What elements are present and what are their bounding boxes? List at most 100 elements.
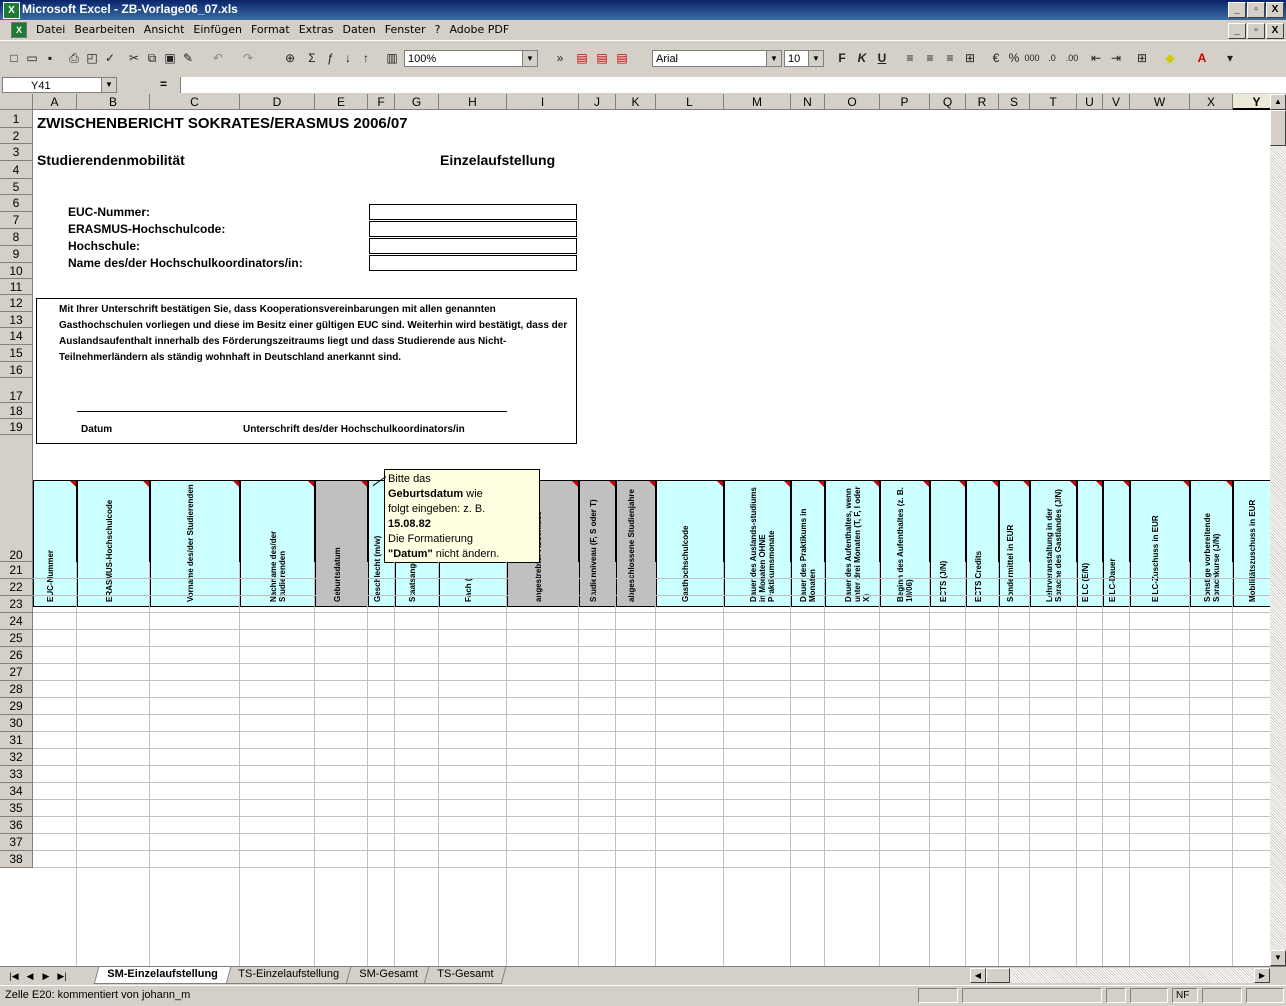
pdf-review-icon[interactable]: ▤	[614, 50, 630, 66]
align-right-icon[interactable]: ≡	[942, 50, 958, 66]
cut-icon[interactable]: ✂	[126, 50, 142, 66]
column-header-Q[interactable]: Q	[930, 94, 966, 110]
menu-item-9[interactable]: Adobe PDF	[449, 23, 509, 36]
row-header-34[interactable]: 34	[0, 783, 33, 800]
menu-item-3[interactable]: Einfügen	[193, 23, 242, 36]
table-header-cell[interactable]: Studienniveau (F, S oder T)	[579, 480, 616, 607]
row-header-26[interactable]: 26	[0, 647, 33, 664]
row-header-14[interactable]: 14	[0, 328, 33, 345]
doc-minimize-button[interactable]: _	[1228, 23, 1246, 39]
row-header-32[interactable]: 32	[0, 749, 33, 766]
zoom-select[interactable]: 100% ▼	[404, 50, 538, 67]
table-header-cell[interactable]: ERASMUS-Hochschulcode	[77, 480, 150, 607]
table-header-cell[interactable]: abgeschlossene Studienjahre	[616, 480, 656, 607]
row-header-25[interactable]: 25	[0, 630, 33, 647]
redo-icon[interactable]: ↷	[240, 50, 256, 66]
column-header-E[interactable]: E	[315, 94, 368, 110]
pdf-mail-icon[interactable]: ▤	[594, 50, 610, 66]
column-header-S[interactable]: S	[999, 94, 1030, 110]
row-header-17[interactable]: 17	[0, 378, 33, 403]
scroll-left-icon[interactable]: ◀	[970, 968, 986, 983]
row-header-38[interactable]: 38	[0, 851, 33, 868]
vertical-scrollbar[interactable]: ▲ ▼	[1270, 94, 1286, 966]
excel-icon[interactable]: X	[3, 2, 20, 19]
percent-button[interactable]: %	[1006, 50, 1022, 66]
minimize-button[interactable]: _	[1228, 2, 1246, 18]
column-header-O[interactable]: O	[825, 94, 880, 110]
thousands-button[interactable]: 000	[1024, 50, 1040, 66]
new-icon[interactable]: □	[6, 50, 22, 66]
table-header-cell[interactable]: Lehrveranstaltung in der Sprache des Gas…	[1030, 480, 1077, 607]
doc-restore-button[interactable]: ▫	[1247, 23, 1265, 39]
font-color-icon[interactable]: A	[1194, 50, 1210, 66]
row-header-30[interactable]: 30	[0, 715, 33, 732]
menu-item-6[interactable]: Daten	[343, 23, 376, 36]
more-icon[interactable]: »	[552, 50, 568, 66]
toolbar-options-icon[interactable]: ▾	[1222, 50, 1238, 66]
subtitle-right[interactable]: Einzelaufstellung	[440, 152, 555, 168]
column-header-B[interactable]: B	[77, 94, 150, 110]
sheet-title[interactable]: ZWISCHENBERICHT SOKRATES/ERASMUS 2006/07	[37, 115, 408, 132]
formula-equals[interactable]: =	[160, 77, 167, 91]
undo-icon[interactable]: ↶	[210, 50, 226, 66]
column-header-T[interactable]: T	[1030, 94, 1077, 110]
tab-sm-einzelaufstellung[interactable]: SM-Einzelaufstellung	[93, 967, 231, 984]
borders-icon[interactable]: ⊞	[1134, 50, 1150, 66]
hyperlink-icon[interactable]: ⊕	[282, 50, 298, 66]
table-header-cell[interactable]: EILC-Zuschuss in EUR	[1130, 480, 1190, 607]
row-header-8[interactable]: 8	[0, 229, 33, 246]
column-header-K[interactable]: K	[616, 94, 656, 110]
row-header-6[interactable]: 6	[0, 195, 33, 212]
menu-item-1[interactable]: Bearbeiten	[74, 23, 134, 36]
table-header-cell[interactable]: EUC-Nummer	[33, 480, 77, 607]
paste-icon[interactable]: ▣	[162, 50, 178, 66]
subtitle-left[interactable]: Studierendenmobilität	[37, 152, 185, 168]
workbook-icon[interactable]: X	[11, 22, 27, 38]
scroll-right-icon[interactable]: ▶	[1254, 968, 1270, 983]
column-header-M[interactable]: M	[724, 94, 791, 110]
copy-icon[interactable]: ⧉	[144, 50, 160, 66]
font-select[interactable]: Arial ▼	[652, 50, 782, 67]
next-sheet-icon[interactable]: ▶	[38, 969, 54, 983]
table-header-cell[interactable]: Dauer des Praktikums in Monaten	[791, 480, 825, 607]
close-button[interactable]: X	[1266, 2, 1284, 18]
table-header-cell[interactable]: Gasthochschulcode	[656, 480, 724, 607]
row-header-29[interactable]: 29	[0, 698, 33, 715]
menu-item-7[interactable]: Fenster	[385, 23, 426, 36]
row-header-3[interactable]: 3	[0, 144, 33, 161]
tab-sm-gesamt[interactable]: SM-Gesamt	[345, 967, 431, 984]
table-header-cell[interactable]: ECTS Credits	[966, 480, 999, 607]
maximize-button[interactable]: ▫	[1247, 2, 1265, 18]
formula-input[interactable]	[180, 77, 1286, 93]
last-sheet-icon[interactable]: ▶|	[54, 969, 70, 983]
sort-asc-icon[interactable]: ↓	[340, 50, 356, 66]
table-header-cell[interactable]: Sondermittel in EUR	[999, 480, 1030, 607]
fill-color-icon[interactable]: ◆	[1162, 50, 1178, 66]
increase-decimal-icon[interactable]: .0	[1044, 50, 1060, 66]
erasmus-code-input[interactable]	[369, 221, 577, 237]
save-icon[interactable]: ▪	[42, 50, 58, 66]
menu-item-2[interactable]: Ansicht	[144, 23, 185, 36]
menu-item-0[interactable]: Datei	[36, 23, 65, 36]
worksheet-grid[interactable]: ZWISCHENBERICHT SOKRATES/ERASMUS 2006/07…	[0, 94, 1270, 966]
tab-ts-einzelaufstellung[interactable]: TS-Einzelaufstellung	[224, 967, 352, 984]
row-header-18[interactable]: 18	[0, 403, 33, 419]
table-header-cell[interactable]: ECTS (J/N)	[930, 480, 966, 607]
row-header-22[interactable]: 22	[0, 579, 33, 596]
underline-button[interactable]: U	[874, 50, 890, 66]
row-header-4[interactable]: 4	[0, 161, 33, 179]
row-header-28[interactable]: 28	[0, 681, 33, 698]
table-header-cell[interactable]: Dauer des Aufenthaltes, wenn unter drei …	[825, 480, 880, 607]
autosum-icon[interactable]: Σ	[304, 50, 320, 66]
column-header-Y[interactable]: Y	[1233, 94, 1270, 110]
menu-item-4[interactable]: Format	[251, 23, 290, 36]
koordinator-input[interactable]	[369, 255, 577, 271]
open-icon[interactable]: ▭	[24, 50, 40, 66]
row-header-24[interactable]: 24	[0, 613, 33, 630]
table-header-cell[interactable]: Nachname des/der Studierenden	[240, 480, 315, 607]
column-header-L[interactable]: L	[656, 94, 724, 110]
currency-icon[interactable]: €	[988, 50, 1004, 66]
row-header-27[interactable]: 27	[0, 664, 33, 681]
column-header-D[interactable]: D	[240, 94, 315, 110]
sort-desc-icon[interactable]: ↑	[358, 50, 374, 66]
